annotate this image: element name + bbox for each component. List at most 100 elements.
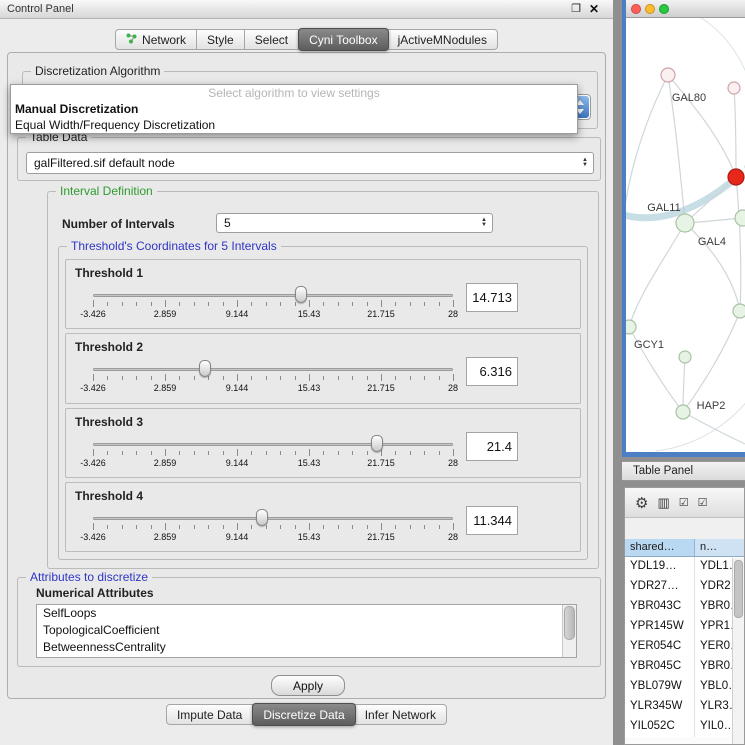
network-edge: [683, 412, 745, 444]
table-row[interactable]: YBL079WYBL0…: [625, 677, 744, 697]
tab-cyni-toolbox[interactable]: Cyni Toolbox: [298, 28, 388, 51]
tab-discretize-data[interactable]: Discretize Data: [252, 703, 355, 726]
slider-scale: -3.4262.8599.14415.4321.71528: [93, 383, 453, 394]
slider-ticks: [93, 374, 453, 382]
slider-tick: [395, 525, 396, 529]
tab-style[interactable]: Style: [197, 29, 245, 50]
table-data-select[interactable]: galFiltered.sif default node ▲ ▼: [26, 152, 594, 174]
numerical-attribute-item[interactable]: TopologicalCoefficient: [37, 622, 576, 639]
tab-infer-network[interactable]: Infer Network: [355, 704, 447, 725]
columns-icon[interactable]: ▥: [657, 495, 669, 511]
network-canvas[interactable]: GAL80GAL11GAL4GCY1HAP2: [626, 18, 745, 452]
tab-label: Select: [255, 33, 288, 47]
slider-tick-label: 15.43: [298, 309, 321, 319]
threshold-value-field[interactable]: 21.4: [466, 432, 518, 461]
network-node[interactable]: [735, 210, 745, 226]
node-label: GAL4: [698, 236, 726, 248]
threshold-panel: Threshold 4-3.4262.8599.14415.4321.71528…: [65, 482, 581, 552]
slider-tick: [251, 376, 252, 380]
table-cell: YDR27…: [625, 577, 695, 597]
network-node[interactable]: [728, 169, 744, 185]
numerical-attribute-item[interactable]: SelfLoops: [37, 605, 576, 622]
zoom-traffic-light[interactable]: [659, 4, 669, 14]
table-row[interactable]: YER054CYER0…: [625, 637, 744, 657]
node-label: GAL11: [647, 202, 680, 214]
algorithm-option[interactable]: Equal Width/Frequency Discretization: [11, 117, 577, 133]
tab-label: Infer Network: [365, 708, 436, 722]
slider-tick: [194, 451, 195, 455]
tab-jactivemnodules[interactable]: jActiveMNodules: [388, 29, 498, 50]
attributes-list-items: SelfLoopsTopologicalCoefficientBetweenne…: [37, 605, 576, 656]
network-node[interactable]: [626, 320, 636, 334]
tab-network[interactable]: Network: [115, 29, 197, 50]
network-node[interactable]: [661, 68, 675, 82]
table-row[interactable]: YDR27…YDR2…: [625, 577, 744, 597]
table-row[interactable]: YIL052CYIL0…: [625, 717, 744, 737]
slider-tick: [179, 302, 180, 306]
slider-tick: [439, 376, 440, 380]
table-row[interactable]: YPR145WYPR1…: [625, 617, 744, 637]
slider-tick: [179, 525, 180, 529]
table-scrollbar[interactable]: [732, 558, 744, 744]
numerical-attribute-item[interactable]: BetweennessCentrality: [37, 639, 576, 656]
network-edge: [736, 177, 741, 311]
network-node[interactable]: [676, 405, 690, 419]
slider-tick: [151, 525, 152, 529]
numerical-attributes-list[interactable]: SelfLoopsTopologicalCoefficientBetweenne…: [36, 604, 577, 658]
slider-tick: [122, 376, 123, 380]
tab-impute-data[interactable]: Impute Data: [166, 704, 253, 725]
column-header[interactable]: n…: [695, 539, 744, 556]
network-node[interactable]: [733, 304, 745, 318]
network-edge: [629, 223, 685, 327]
slider-tick: [208, 451, 209, 455]
number-of-intervals-select[interactable]: 5 ▲ ▼: [216, 213, 493, 233]
threshold-slider[interactable]: -3.4262.8599.14415.4321.71528: [93, 359, 453, 397]
slider-tick-label: 15.43: [298, 532, 321, 542]
network-view-window: GAL80GAL11GAL4GCY1HAP2: [622, 0, 745, 457]
slider-tick: [410, 302, 411, 306]
network-edge: [656, 228, 745, 451]
close-traffic-light[interactable]: [631, 4, 641, 14]
threshold-value-field[interactable]: 11.344: [466, 506, 518, 535]
table-row[interactable]: YLR345WYLR3…: [625, 697, 744, 717]
thresholds-group: Threshold's Coordinates for 5 Intervals …: [58, 246, 588, 560]
threshold-slider[interactable]: -3.4262.8599.14415.4321.71528: [93, 285, 453, 323]
network-node[interactable]: [728, 82, 740, 94]
select-columns-checkbox-icon[interactable]: ☑: [698, 496, 708, 509]
slider-tick: [338, 302, 339, 306]
select-all-checkbox-icon[interactable]: ☑: [679, 496, 689, 509]
slider-handle[interactable]: [295, 286, 307, 303]
minimize-traffic-light[interactable]: [645, 4, 655, 14]
gear-icon[interactable]: ⚙: [635, 494, 648, 512]
table-row[interactable]: YBR043CYBR0…: [625, 597, 744, 617]
slider-tick: [223, 451, 224, 455]
table-row[interactable]: YBR045CYBR0…: [625, 657, 744, 677]
apply-button[interactable]: Apply: [271, 675, 345, 696]
list-scrollbar[interactable]: [562, 605, 576, 657]
slider-tick-label: 28: [448, 309, 458, 319]
slider-tick: [107, 302, 108, 306]
slider-handle[interactable]: [199, 360, 211, 377]
table-panel-window: ⚙ ▥ ☑ ☑ shared…n… YDL19…YDL1…YDR27…YDR2……: [624, 487, 745, 745]
slider-tick: [453, 300, 454, 307]
slider-tick: [223, 302, 224, 306]
slider-handle[interactable]: [256, 509, 268, 526]
table-scrollbar-thumb[interactable]: [734, 560, 743, 618]
float-window-icon[interactable]: ❐: [571, 2, 581, 15]
threshold-value-field[interactable]: 6.316: [466, 357, 518, 386]
threshold-slider[interactable]: -3.4262.8599.14415.4321.71528: [93, 508, 453, 546]
column-header[interactable]: shared…: [625, 539, 695, 556]
slider-tick-label: -3.426: [80, 309, 106, 319]
list-scrollbar-thumb[interactable]: [564, 606, 575, 640]
table-row[interactable]: YDL19…YDL1…: [625, 557, 744, 577]
close-icon[interactable]: ✕: [589, 2, 599, 16]
slider-ticks: [93, 300, 453, 308]
network-node[interactable]: [676, 214, 694, 232]
top-tab-bar: NetworkStyle Select Cyni ToolboxjActiveMNo…: [0, 29, 613, 51]
network-node[interactable]: [679, 351, 691, 363]
threshold-slider[interactable]: -3.4262.8599.14415.4321.71528: [93, 434, 453, 472]
slider-handle[interactable]: [371, 435, 383, 452]
algorithm-option[interactable]: Manual Discretization: [11, 101, 577, 117]
tab-select[interactable]: Select: [245, 29, 299, 50]
threshold-value-field[interactable]: 14.713: [466, 283, 518, 312]
